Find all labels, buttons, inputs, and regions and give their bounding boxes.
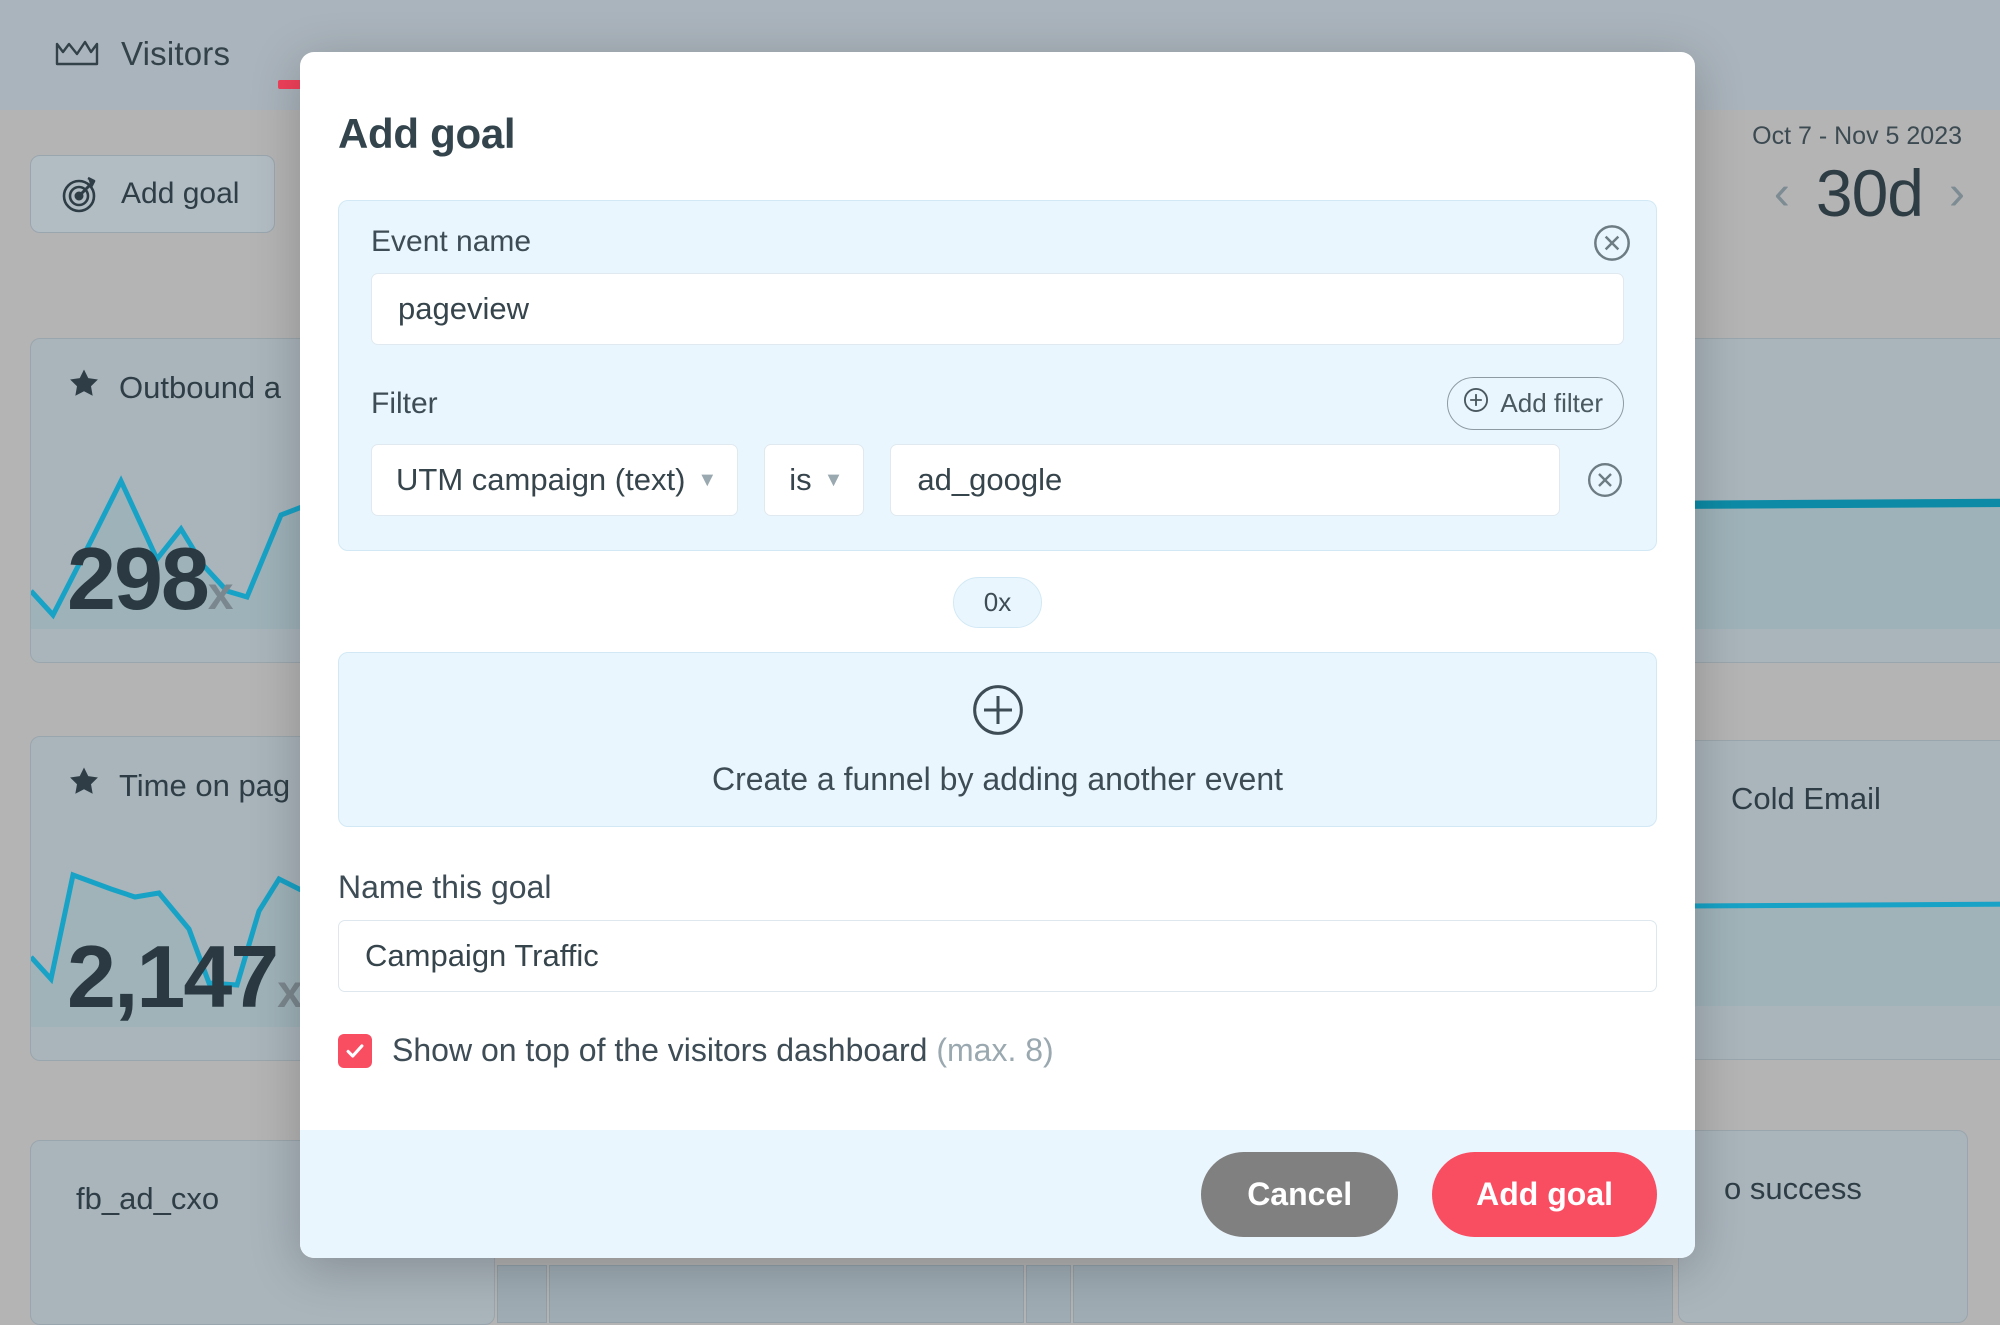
close-circle-icon[interactable]	[1592, 223, 1632, 263]
show-on-dashboard-checkbox[interactable]	[338, 1034, 372, 1068]
filter-value-input[interactable]: ad_google	[890, 444, 1560, 516]
bottom-bar-segment	[1026, 1265, 1071, 1323]
add-funnel-step-box[interactable]: Create a funnel by adding another event	[338, 652, 1657, 827]
remove-filter-icon[interactable]	[1586, 461, 1624, 499]
goal-card[interactable]: Cold Email	[1685, 740, 2000, 1060]
star-icon	[67, 367, 101, 408]
goal-card-label: o success	[1679, 1131, 1967, 1207]
bottom-bar-segment	[1073, 1265, 1673, 1323]
event-count-badge: 0x	[953, 577, 1042, 628]
target-icon	[61, 174, 101, 214]
filter-label: Filter	[371, 387, 438, 421]
filter-property-value: UTM campaign (text)	[396, 462, 685, 498]
show-on-dashboard-hint: (max. 8)	[936, 1032, 1053, 1068]
period-selector[interactable]: ‹ 30d ›	[1774, 155, 1965, 231]
caret-down-icon: ▼	[697, 470, 717, 490]
modal-body: Event name pageview Filter Add filter	[300, 200, 1695, 1087]
prev-period-icon[interactable]: ‹	[1774, 166, 1790, 221]
event-count-badge-wrap: 0x	[338, 577, 1657, 628]
background-add-goal-label: Add goal	[121, 177, 239, 211]
goal-card[interactable]: o success	[1678, 1130, 1968, 1323]
check-icon	[344, 1040, 366, 1062]
add-filter-button[interactable]: Add filter	[1447, 377, 1624, 430]
add-filter-label: Add filter	[1500, 388, 1603, 419]
goal-card-label: Cold Email	[1686, 741, 2000, 817]
metric-card[interactable]	[1685, 338, 2000, 663]
metric-card-value: 2,147x	[67, 926, 301, 1028]
filter-operator-value: is	[789, 462, 811, 498]
filter-property-select[interactable]: UTM campaign (text) ▼	[371, 444, 738, 516]
metric-card-title: Outbound a	[119, 370, 281, 406]
period-value[interactable]: 30d	[1816, 155, 1923, 231]
filter-operator-select[interactable]: is ▼	[764, 444, 864, 516]
filter-header: Filter Add filter	[371, 377, 1624, 430]
plus-circle-icon	[970, 682, 1026, 743]
event-definition-card: Event name pageview Filter Add filter	[338, 200, 1657, 551]
star-icon	[67, 765, 101, 806]
goal-name-input[interactable]: Campaign Traffic	[338, 920, 1657, 992]
cancel-button[interactable]: Cancel	[1201, 1152, 1398, 1237]
next-period-icon[interactable]: ›	[1949, 166, 1965, 221]
show-on-dashboard-label: Show on top of the visitors dashboard (m…	[392, 1032, 1054, 1069]
event-name-label: Event name	[371, 225, 1624, 259]
filter-row: UTM campaign (text) ▼ is ▼ ad_google	[371, 444, 1624, 516]
modal-title: Add goal	[300, 52, 1695, 158]
sparkline-chart	[1686, 846, 2000, 1006]
show-on-dashboard-row[interactable]: Show on top of the visitors dashboard (m…	[338, 1032, 1657, 1087]
line-chart-icon	[55, 38, 99, 70]
date-range-label: Oct 7 - Nov 5 2023	[1752, 122, 1962, 151]
plus-circle-icon	[1462, 386, 1490, 421]
add-goal-submit-button[interactable]: Add goal	[1432, 1152, 1657, 1237]
caret-down-icon: ▼	[824, 470, 844, 490]
visitors-title: Visitors	[121, 35, 230, 73]
visitors-header: Visitors	[55, 35, 230, 73]
goal-name-label: Name this goal	[338, 869, 1657, 906]
bottom-bar-segment	[497, 1265, 547, 1323]
background-add-goal-button[interactable]: Add goal	[30, 155, 275, 233]
modal-footer: Cancel Add goal	[300, 1130, 1695, 1258]
metric-card-value: 298x	[67, 528, 231, 630]
metric-card-title: Time on pag	[119, 768, 290, 804]
sparkline-chart	[1686, 339, 2000, 629]
add-goal-modal: Add goal Event name pageview Filter	[300, 52, 1695, 1258]
bottom-bar-segment	[549, 1265, 1024, 1323]
add-funnel-step-label: Create a funnel by adding another event	[712, 761, 1283, 798]
event-name-input[interactable]: pageview	[371, 273, 1624, 345]
